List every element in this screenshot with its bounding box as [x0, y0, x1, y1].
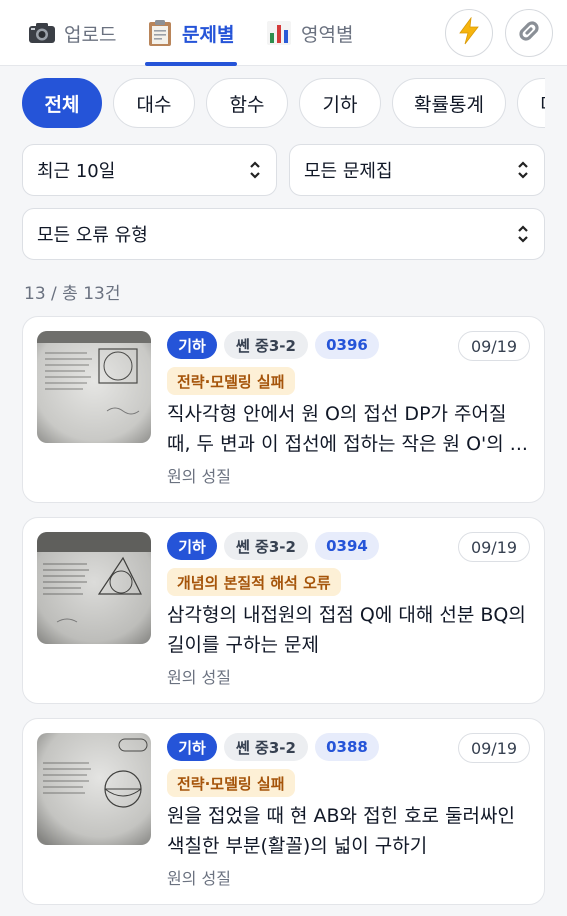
- error-type-badge: 전략·모델링 실패: [167, 367, 295, 395]
- error-type-select[interactable]: 모든 오류 유형: [22, 208, 545, 260]
- clipboard-icon: [146, 19, 174, 47]
- camera-icon: [28, 19, 56, 47]
- tab-label: 영역별: [301, 23, 354, 46]
- period-select[interactable]: 최근 10일: [22, 144, 277, 196]
- chip-probability-statistics[interactable]: 확률통계: [392, 78, 506, 128]
- workbook-tag: 쎈 중3-2: [224, 532, 308, 560]
- problem-card[interactable]: 기하 쎈 중3-2 0388 09/19 전략·모델링 실패 원을 접었을 때 …: [22, 718, 545, 905]
- tab-upload[interactable]: 업로드: [28, 0, 116, 66]
- error-type-badge: 개념의 본질적 해석 오류: [167, 568, 341, 596]
- workbook-tag: 쎈 중3-2: [224, 733, 308, 761]
- result-count: 13 / 총 13건: [24, 284, 121, 304]
- workbook-select[interactable]: 모든 문제집: [289, 144, 545, 196]
- workbook-select-value: 모든 문제집: [304, 161, 393, 182]
- tab-by-problem[interactable]: 문제별: [146, 0, 234, 66]
- area-tag: 기하: [167, 532, 217, 560]
- date-badge: 09/19: [458, 733, 530, 763]
- top-navigation: 업로드 문제별 영역별: [0, 0, 567, 66]
- problem-description: 삼각형의 내접원의 접점 Q에 대해 선분 BQ의 길이를 구하는 문제: [167, 604, 526, 656]
- workbook-tag: 쎈 중3-2: [224, 331, 308, 359]
- tab-by-area[interactable]: 영역별: [265, 0, 353, 66]
- link-button[interactable]: [505, 9, 553, 57]
- chip-all[interactable]: 전체: [22, 78, 102, 128]
- quick-action-button[interactable]: [445, 9, 493, 57]
- error-type-select-value: 모든 오류 유형: [37, 225, 148, 246]
- tab-label: 문제별: [182, 23, 235, 46]
- select-arrows-icon: [518, 225, 528, 243]
- problem-number-tag: 0394: [315, 532, 379, 560]
- active-tab-indicator: [145, 62, 237, 66]
- area-tag: 기하: [167, 331, 217, 359]
- problem-card[interactable]: 기하 쎈 중3-2 0396 09/19 전략·모델링 실패 직사각형 안에서 …: [22, 316, 545, 503]
- problem-number-tag: 0396: [315, 331, 379, 359]
- link-icon: [515, 17, 543, 49]
- category-filter-chips: 전체 대수 함수 기하 확률통계 미적분: [22, 78, 545, 128]
- chip-calculus[interactable]: 미적분: [517, 78, 545, 128]
- error-type-badge: 전략·모델링 실패: [167, 769, 295, 797]
- date-badge: 09/19: [458, 532, 530, 562]
- lightning-icon: [458, 16, 480, 49]
- chip-function[interactable]: 함수: [206, 78, 288, 128]
- select-arrows-icon: [250, 161, 260, 179]
- problem-description: 직사각형 안에서 원 O의 접선 DP가 주어질 때, 두 변과 이 접선에 접…: [167, 403, 528, 455]
- problem-card[interactable]: 기하 쎈 중3-2 0394 09/19 개념의 본질적 해석 오류 삼각형의 …: [22, 517, 545, 704]
- period-select-value: 최근 10일: [37, 161, 116, 182]
- date-badge: 09/19: [458, 331, 530, 361]
- unit-label: 원의 성질: [167, 869, 231, 888]
- bar-chart-icon: [265, 19, 293, 47]
- unit-label: 원의 성질: [167, 467, 231, 486]
- problem-photo-thumbnail[interactable]: [37, 733, 151, 845]
- problem-description: 원을 접었을 때 현 AB와 접힌 호로 둘러싸인 색칠한 부분(활꼴)의 넓이…: [167, 805, 515, 857]
- area-tag: 기하: [167, 733, 217, 761]
- problem-photo-thumbnail[interactable]: [37, 532, 151, 644]
- problem-photo-thumbnail[interactable]: [37, 331, 151, 443]
- problem-number-tag: 0388: [315, 733, 379, 761]
- unit-label: 원의 성질: [167, 668, 231, 687]
- select-arrows-icon: [518, 161, 528, 179]
- tab-label: 업로드: [64, 23, 117, 46]
- chip-geometry[interactable]: 기하: [299, 78, 381, 128]
- chip-algebra[interactable]: 대수: [113, 78, 195, 128]
